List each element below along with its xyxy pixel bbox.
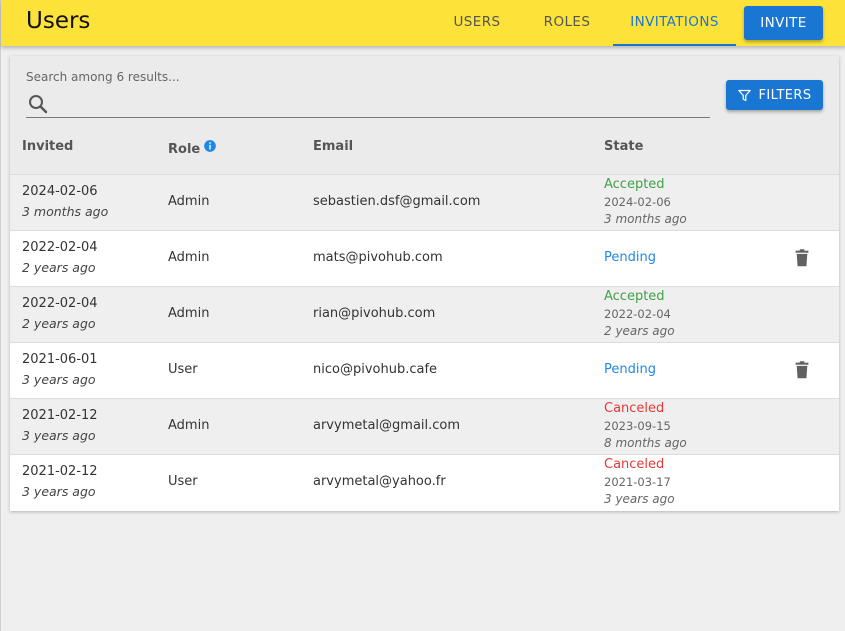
table-row[interactable]: 2022-02-04 2 years ago Admin rian@pivohu… [10, 286, 839, 342]
invited-date: 2022-02-04 [22, 296, 98, 311]
email-cell: sebastien.dsf@gmail.com [313, 194, 481, 209]
info-icon[interactable] [203, 139, 217, 153]
table-row[interactable]: 2021-02-12 3 years ago Admin arvymetal@g… [10, 398, 839, 454]
role-cell: Admin [168, 306, 210, 321]
email-cell: arvymetal@gmail.com [313, 418, 461, 433]
state-relative: 8 months ago [604, 436, 687, 450]
invited-relative: 3 years ago [22, 484, 96, 499]
trash-icon[interactable] [791, 359, 813, 381]
state-badge: Pending [604, 250, 656, 265]
invite-button[interactable]: Invite [744, 6, 823, 40]
table-row[interactable]: 2021-02-12 3 years ago User arvymetal@ya… [10, 454, 839, 510]
invitations-card: Search among 6 results... Filters Invite… [10, 56, 839, 511]
state-relative: 3 years ago [604, 492, 675, 506]
invited-date: 2022-02-04 [22, 240, 98, 255]
filters-button[interactable]: Filters [726, 80, 823, 110]
invited-relative: 3 months ago [22, 204, 109, 219]
state-badge: Canceled [604, 457, 665, 472]
tab-users[interactable]: Users [438, 0, 516, 46]
trash-icon[interactable] [791, 247, 813, 269]
table-row[interactable]: 2024-02-06 3 months ago Admin sebastien.… [10, 174, 839, 230]
email-cell: nico@pivohub.cafe [313, 362, 438, 377]
column-header-state[interactable]: State [604, 139, 643, 154]
role-cell: User [168, 474, 198, 489]
role-cell: Admin [168, 194, 210, 209]
column-header-invited[interactable]: Invited [22, 139, 73, 154]
table-row[interactable]: 2022-02-04 2 years ago Admin mats@pivohu… [10, 230, 839, 286]
state-date: 2023-09-15 [604, 419, 671, 433]
table-row[interactable]: 2021-06-01 3 years ago User nico@pivohub… [10, 342, 839, 398]
role-cell: Admin [168, 418, 210, 433]
search-input[interactable] [54, 92, 704, 116]
tab-roles[interactable]: Roles [528, 0, 606, 46]
email-cell: mats@pivohub.com [313, 250, 443, 265]
email-cell: arvymetal@yahoo.fr [313, 474, 446, 489]
state-badge: Pending [604, 362, 656, 377]
filters-label: Filters [758, 87, 812, 103]
role-cell: Admin [168, 250, 210, 265]
search-icon [29, 95, 48, 114]
state-badge: Canceled [604, 401, 665, 416]
invited-date: 2021-06-01 [22, 352, 98, 367]
state-badge: Accepted [604, 177, 665, 192]
invited-relative: 2 years ago [22, 260, 96, 275]
tab-invitations[interactable]: Invitations [613, 0, 736, 46]
column-header-email[interactable]: Email [313, 139, 353, 154]
state-badge: Accepted [604, 289, 665, 304]
state-relative: 3 months ago [604, 212, 687, 226]
invited-date: 2021-02-12 [22, 464, 98, 479]
invited-date: 2021-02-12 [22, 408, 98, 423]
email-cell: rian@pivohub.com [313, 306, 436, 321]
table-toolbar: Search among 6 results... Filters Invite… [10, 56, 839, 174]
state-date: 2022-02-04 [604, 307, 671, 321]
app-bar: Users Users Roles Invitations Invite [1, 0, 845, 46]
invited-date: 2024-02-06 [22, 184, 98, 199]
search-underline [26, 117, 710, 118]
invited-relative: 3 years ago [22, 428, 96, 443]
invited-relative: 3 years ago [22, 372, 96, 387]
column-header-role[interactable]: Role [168, 142, 200, 157]
state-date: 2021-03-17 [604, 475, 671, 489]
page-title: Users [26, 8, 91, 34]
role-cell: User [168, 362, 198, 377]
state-relative: 2 years ago [604, 324, 675, 338]
search-label: Search among 6 results... [26, 70, 180, 84]
filter-icon [738, 89, 752, 101]
invited-relative: 2 years ago [22, 316, 96, 331]
active-tab-indicator [613, 44, 736, 46]
state-date: 2024-02-06 [604, 195, 671, 209]
